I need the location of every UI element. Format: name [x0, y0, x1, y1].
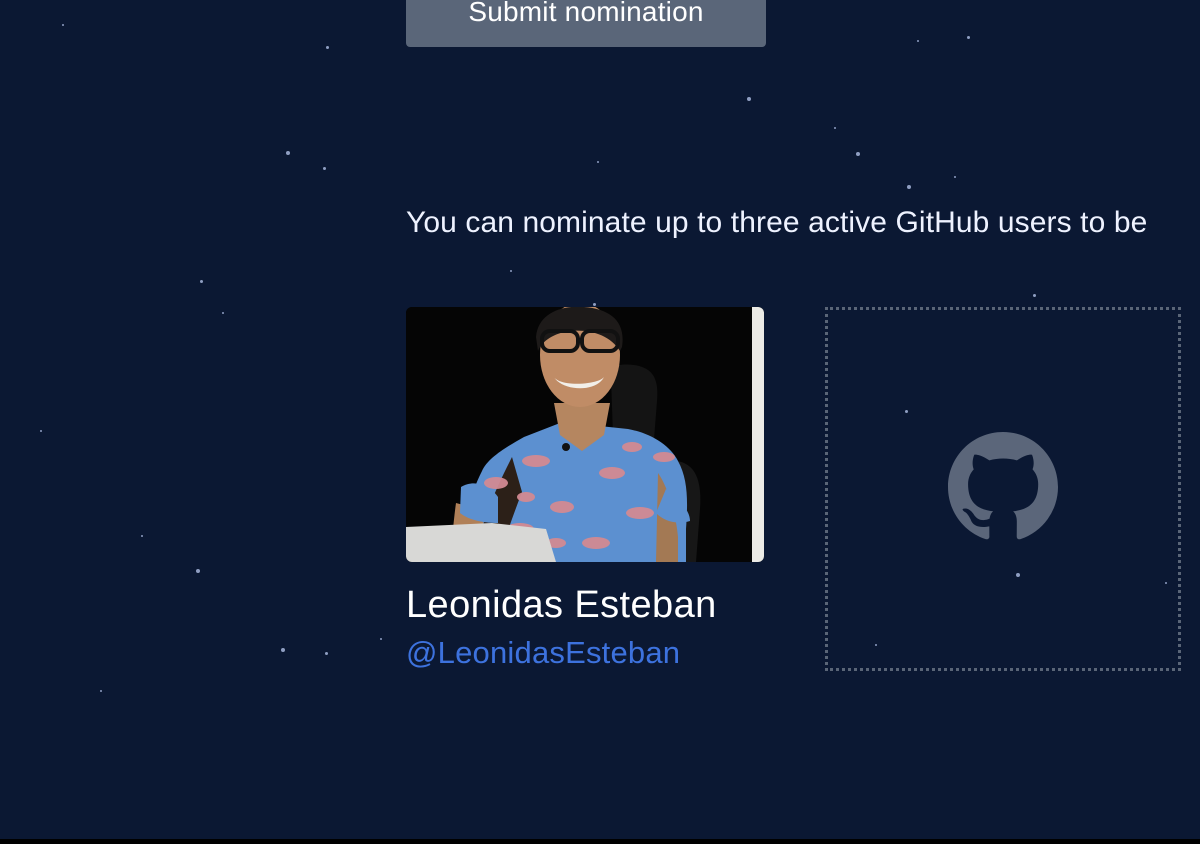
- nominee-card: Leonidas Esteban @LeonidasEsteban: [406, 307, 766, 671]
- add-nominee-slot[interactable]: [825, 307, 1181, 671]
- nominee-photo: [406, 307, 764, 562]
- bottom-edge-bar: [0, 839, 1200, 844]
- submit-nomination-button[interactable]: Submit nomination: [406, 0, 766, 47]
- nominee-name: Leonidas Esteban: [406, 584, 717, 626]
- github-mark-icon: [948, 432, 1058, 540]
- submit-nomination-label: Submit nomination: [468, 0, 704, 27]
- nominee-handle-link[interactable]: @LeonidasEsteban: [406, 635, 766, 671]
- nomination-instructions: You can nominate up to three active GitH…: [406, 206, 1148, 239]
